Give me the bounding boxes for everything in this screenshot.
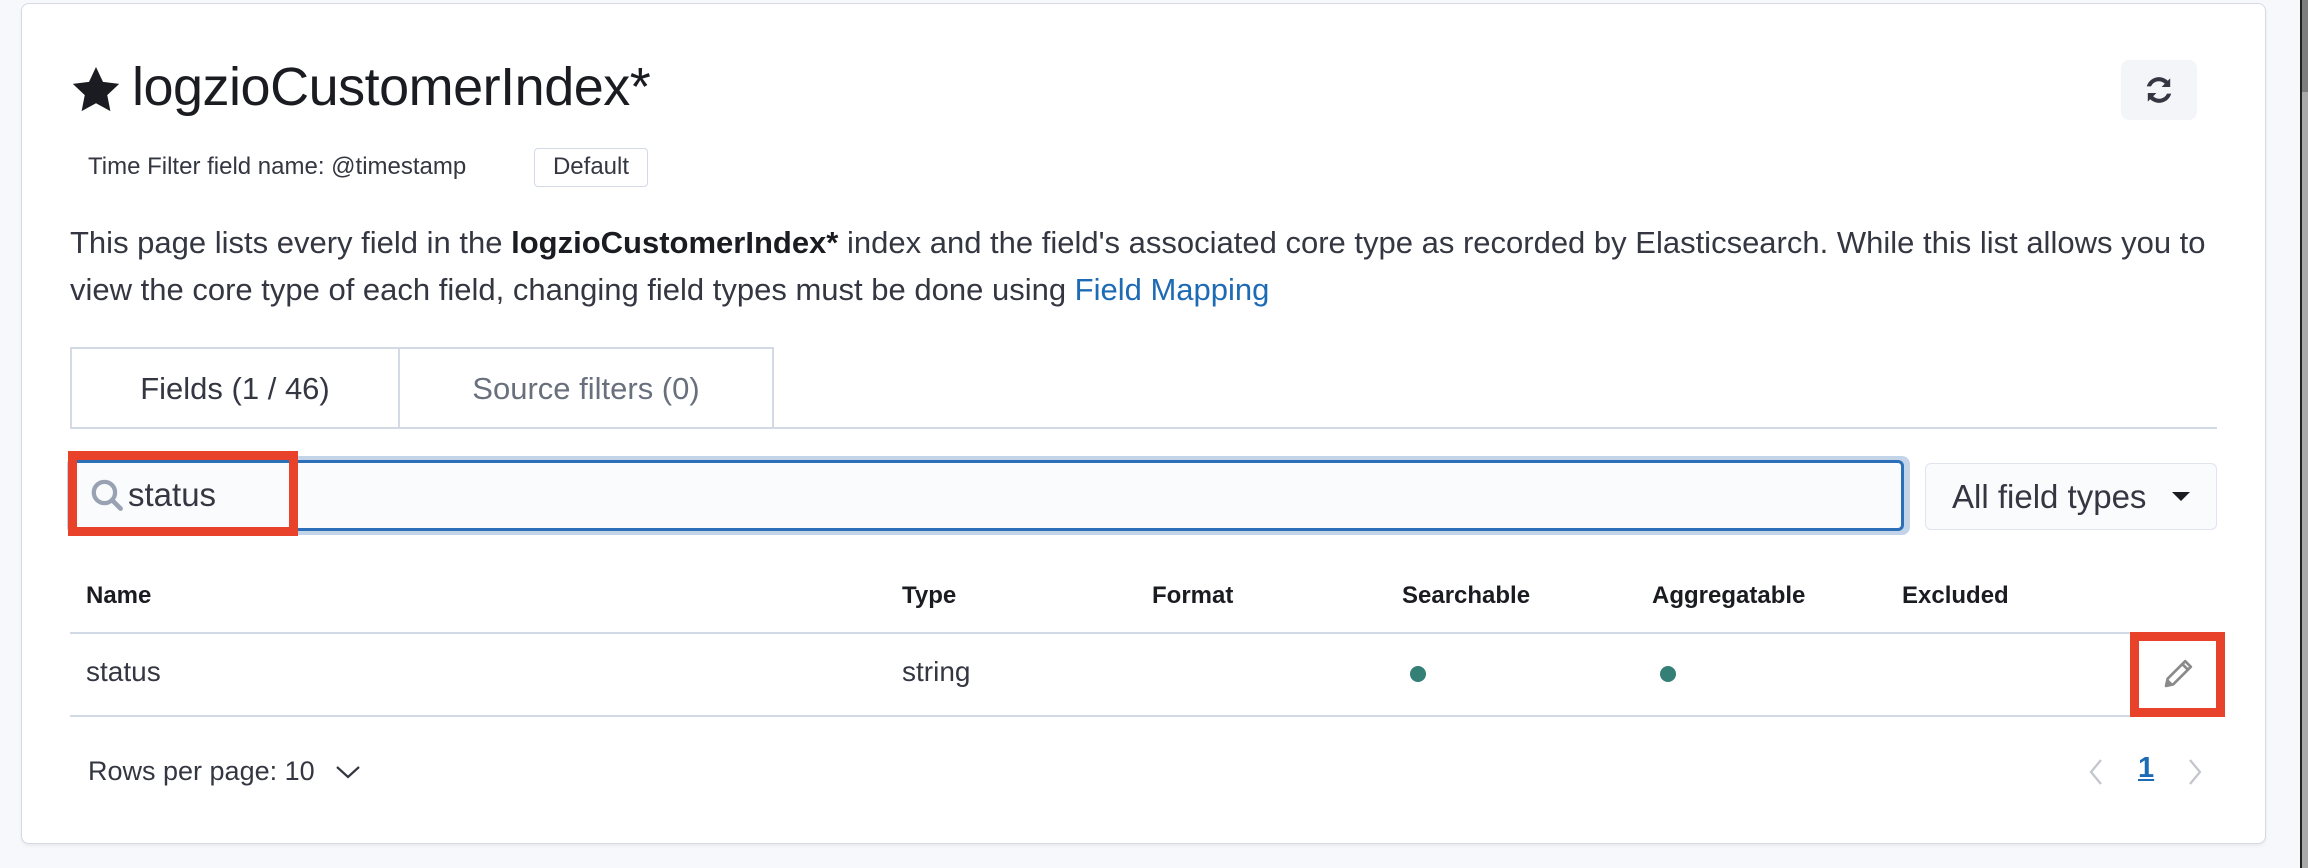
scrollbar-thumb[interactable]	[2302, 0, 2308, 92]
chevron-down-icon	[335, 765, 360, 778]
star-icon[interactable]	[69, 63, 123, 117]
searchable-indicator-icon	[1410, 666, 1426, 682]
table-header-divider	[70, 632, 2217, 634]
field-type-filter-value: All field types	[1952, 477, 2147, 515]
field-type-filter-select[interactable]: All field types	[1925, 463, 2217, 530]
description-text: This page lists every field in the	[70, 225, 512, 260]
tab-fields[interactable]: Fields (1 / 46)	[70, 347, 400, 429]
cell-type: string	[902, 656, 971, 687]
page-description: This page lists every field in the logzi…	[70, 219, 2220, 313]
page-title: logzioCustomerIndex*	[132, 57, 651, 117]
column-header-excluded[interactable]: Excluded	[1902, 582, 2009, 610]
aggregatable-indicator-icon	[1660, 666, 1676, 682]
description-index-name: logzioCustomerIndex*	[511, 225, 839, 260]
column-header-name[interactable]: Name	[86, 582, 151, 610]
table-row-divider	[70, 715, 2217, 717]
search-icon	[91, 479, 123, 511]
refresh-icon	[2146, 77, 2172, 103]
next-page-icon[interactable]	[2187, 758, 2203, 786]
caret-down-icon	[2172, 492, 2191, 501]
previous-page-icon[interactable]	[2088, 758, 2104, 786]
search-input[interactable]	[128, 466, 1888, 524]
rows-per-page-button[interactable]: Rows per page: 10	[88, 756, 361, 787]
pencil-icon[interactable]	[2160, 656, 2196, 692]
page-1-button[interactable]: 1	[2138, 752, 2154, 785]
scrollbar-track[interactable]	[2300, 0, 2308, 868]
rows-per-page-label: Rows per page: 10	[88, 756, 315, 786]
tab-source-filters[interactable]: Source filters (0)	[398, 347, 774, 429]
column-header-format[interactable]: Format	[1152, 582, 1233, 610]
refresh-button[interactable]	[2121, 60, 2197, 120]
column-header-type[interactable]: Type	[902, 582, 956, 610]
column-header-aggregatable[interactable]: Aggregatable	[1652, 582, 1805, 610]
tab-bar-divider	[70, 427, 2217, 429]
default-badge: Default	[534, 148, 648, 187]
column-header-searchable[interactable]: Searchable	[1402, 582, 1530, 610]
field-mapping-link[interactable]: Field Mapping	[1075, 272, 1270, 307]
cell-name: status	[86, 656, 161, 687]
tab-bar: Fields (1 / 46) Source filters (0)	[70, 347, 774, 429]
time-filter-field-name: Time Filter field name: @timestamp	[88, 153, 467, 180]
